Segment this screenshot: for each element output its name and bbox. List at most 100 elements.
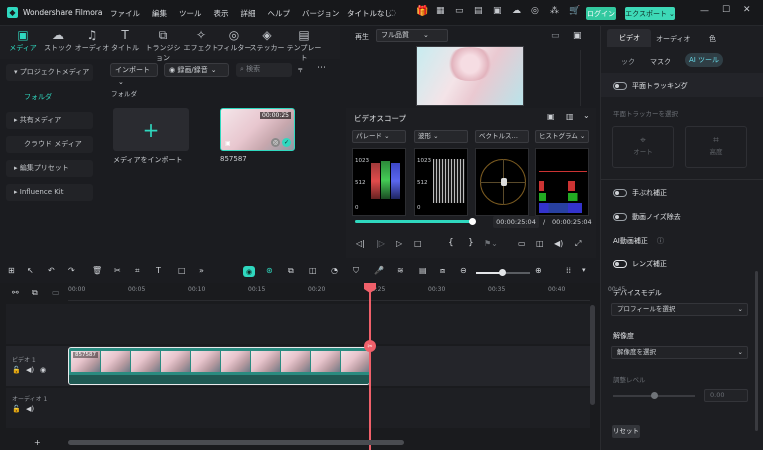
subtab-mask[interactable]: マスク	[650, 57, 671, 67]
menu-edit[interactable]: 編集	[152, 9, 167, 18]
video-clip[interactable]: 857587	[68, 347, 370, 385]
menu-file[interactable]: ファイル	[110, 9, 140, 18]
display-icon[interactable]: ▭	[518, 239, 526, 248]
zoom-out-icon[interactable]: ⊖	[460, 266, 467, 275]
fav-icon[interactable]: ◎	[271, 138, 280, 147]
timeline-v-scrollbar[interactable]	[590, 305, 595, 405]
marker-icon[interactable]: ⚑⌄	[484, 239, 498, 248]
eye-icon[interactable]: ◉	[40, 366, 46, 374]
adjust-level-input[interactable]: 0.00	[704, 389, 748, 402]
sidebar-item-presets[interactable]: ▸ 編集プリセット	[6, 160, 93, 177]
tab-video[interactable]: ビデオ	[607, 29, 651, 47]
menu-help[interactable]: ヘルプ	[268, 9, 291, 18]
cart-icon[interactable]: 🛒	[569, 6, 580, 16]
redo-icon[interactable]: ↷	[68, 266, 75, 275]
shape-icon[interactable]: □	[178, 266, 186, 275]
grid-view-icon[interactable]: ⁞⁞	[566, 266, 571, 275]
audio-mix-icon[interactable]: ≋	[397, 266, 404, 275]
delete-icon[interactable]: 🗑	[92, 266, 102, 275]
tab-audio[interactable]: オーディオ	[656, 34, 691, 44]
text-tool-icon[interactable]: T	[156, 266, 161, 275]
scope-grid-icon[interactable]: ▥	[566, 112, 574, 121]
adjust-level-knob[interactable]	[651, 392, 658, 399]
caption-icon[interactable]: ▤	[419, 266, 427, 275]
zoom-in-icon[interactable]: ⊕	[535, 266, 542, 275]
tool-templates[interactable]: ▤ テンプレート	[284, 28, 324, 63]
add-track-icon[interactable]: ⧉	[32, 288, 38, 298]
link-icon[interactable]: ⚯	[12, 288, 19, 297]
fullscreen-icon[interactable]: ▭	[455, 6, 464, 16]
compare-icon[interactable]: ▭	[551, 31, 560, 41]
waveform-dropdown[interactable]: 波形 ⌄	[414, 130, 468, 143]
crop-icon[interactable]: ⌗	[135, 266, 140, 276]
sidebar-item-folder[interactable]: フォルダ	[6, 89, 93, 106]
volume-icon[interactable]: ◀)	[554, 239, 563, 248]
maximize-icon[interactable]: ☐	[722, 5, 730, 15]
playback-progress[interactable]	[355, 218, 476, 225]
sidebar-item-cloud-media[interactable]: クラウド メディア	[6, 136, 93, 153]
speed-icon[interactable]: ◔	[331, 266, 338, 275]
mic-icon[interactable]: 🎤	[374, 266, 384, 275]
step-back-icon[interactable]: ◁|	[356, 239, 365, 248]
play-icon[interactable]: ▷	[396, 239, 402, 248]
tool-effects[interactable]: ✧ エフェクト	[183, 28, 219, 53]
media-clip-thumbnail[interactable]: 00:00:25 ▣ ◎ ✓	[220, 108, 295, 151]
tab-color[interactable]: 色	[709, 34, 716, 44]
stabilization-toggle[interactable]	[613, 189, 627, 197]
add-icon[interactable]: +	[34, 438, 41, 447]
minimize-icon[interactable]: —	[700, 6, 709, 16]
resolution-select[interactable]: 解像度を選択 ⌄	[611, 346, 748, 359]
more-icon[interactable]: ⋯	[317, 63, 326, 73]
tool-media[interactable]: ▣ メディア	[5, 28, 41, 53]
filter-icon[interactable]: ⫧	[298, 65, 303, 75]
multicam-icon[interactable]: ⧈	[440, 266, 445, 276]
project-title[interactable]: タイトルなし	[347, 8, 392, 19]
tool-titles[interactable]: T タイトル	[107, 28, 143, 53]
playback-knob[interactable]	[469, 218, 476, 225]
menu-version[interactable]: バージョン	[302, 9, 339, 18]
mark-in-icon[interactable]: {	[448, 238, 454, 248]
menu-tools[interactable]: ツール	[179, 9, 202, 18]
scope-layout-icon[interactable]: ▣	[547, 112, 555, 121]
support-icon[interactable]: ◎	[531, 6, 539, 16]
help-icon[interactable]: ⓘ	[679, 81, 686, 91]
grid-icon[interactable]: ▦	[436, 6, 445, 16]
tool-audio[interactable]: ♫ オーディオ	[74, 28, 110, 53]
close-icon[interactable]: ✕	[743, 5, 751, 15]
subtab-track[interactable]: ック	[621, 57, 635, 67]
chevron-down-icon[interactable]: ⌄	[583, 111, 590, 120]
subtab-ai-tools[interactable]: AI ツール	[685, 53, 723, 67]
preview-canvas[interactable]	[416, 46, 524, 106]
image-icon[interactable]: ▣	[493, 6, 502, 16]
search-input[interactable]: ⌕ 検索	[236, 63, 292, 77]
mark-out-icon[interactable]: }	[468, 238, 474, 248]
sidebar-item-project-media[interactable]: ▾ プロジェクトメディア	[6, 64, 93, 81]
mute-icon[interactable]: ◀)	[26, 366, 34, 374]
zoom-slider[interactable]	[476, 269, 530, 276]
step-forward-icon[interactable]: |▷	[376, 239, 385, 248]
more-tools-icon[interactable]: »	[199, 266, 204, 275]
chevron-down-icon[interactable]: ▾	[582, 266, 586, 274]
quality-dropdown[interactable]: フル品質 ⌄	[376, 29, 448, 42]
sidebar-item-shared-media[interactable]: ▸ 共有メディア	[6, 112, 93, 129]
advanced-plane-button[interactable]: ⌗ 高度	[685, 126, 747, 168]
login-button[interactable]: ログイン	[586, 7, 616, 20]
select-tool-icon[interactable]: ↖	[27, 266, 34, 275]
fullscreen-toggle-icon[interactable]: ⤢	[575, 239, 581, 249]
lock-icon[interactable]: 🔓	[12, 366, 21, 374]
help-icon[interactable]: ⓘ	[657, 236, 664, 246]
export-button[interactable]: エクスポート ⌄	[625, 7, 675, 20]
mute-icon[interactable]: ◀)	[26, 405, 34, 413]
stop-icon[interactable]: □	[414, 239, 422, 248]
menu-advanced[interactable]: 詳細	[241, 9, 256, 18]
planar-tracking-toggle[interactable]	[613, 82, 627, 90]
parade-dropdown[interactable]: パレード ⌄	[352, 130, 406, 143]
panel-scrollbar[interactable]	[755, 271, 758, 431]
cloud-icon[interactable]: ☁	[512, 6, 521, 16]
auto-highlight-icon[interactable]: ⧉	[288, 266, 294, 276]
gift-icon[interactable]: 🎁	[416, 6, 428, 17]
track-manager-icon[interactable]: ▭	[52, 288, 60, 297]
device-profile-select[interactable]: プロフィールを選択 ⌄	[611, 303, 748, 316]
auto-plane-button[interactable]: ⌖ オート	[612, 126, 674, 168]
layout-icon[interactable]: ⊞	[8, 266, 15, 275]
